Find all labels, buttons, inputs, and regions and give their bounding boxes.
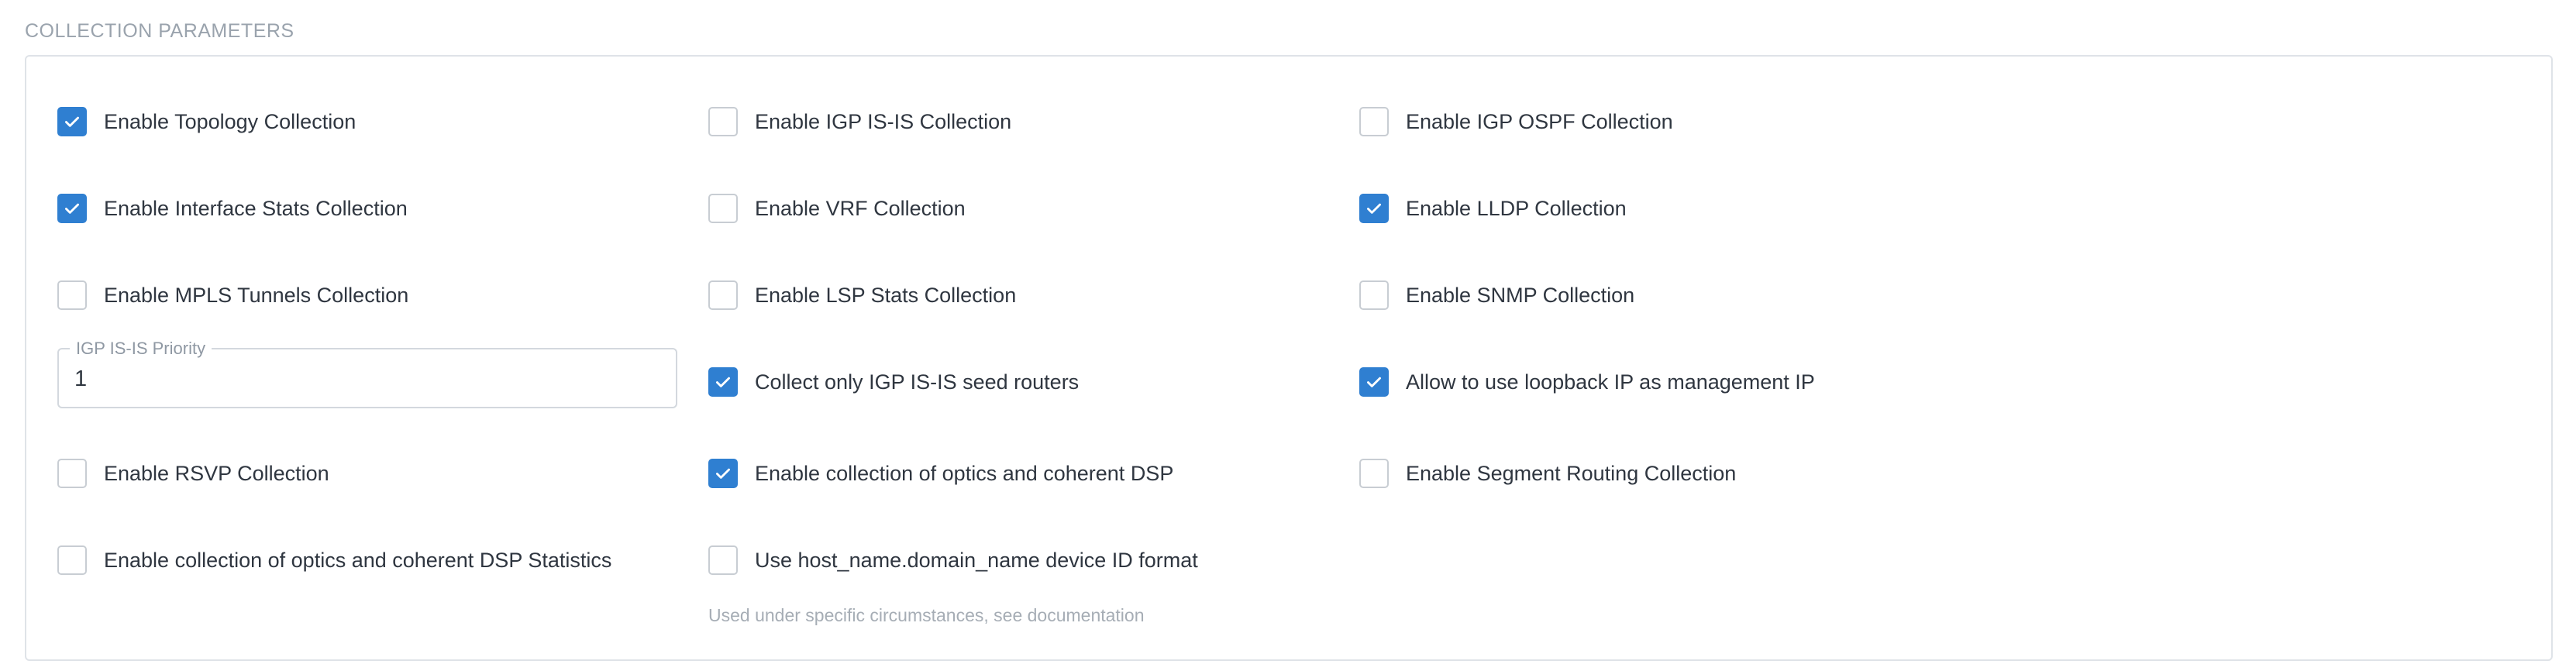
loopback-mgmt-label[interactable]: Allow to use loopback IP as management I… [1406, 370, 1815, 394]
rsvp-label[interactable]: Enable RSVP Collection [104, 462, 329, 486]
loopback-mgmt-checkbox[interactable] [1359, 367, 1389, 397]
option-rsvp[interactable]: Enable RSVP Collection [57, 456, 329, 490]
option-optics-dsp-stats[interactable]: Enable collection of optics and coherent… [57, 543, 611, 577]
lldp-label[interactable]: Enable LLDP Collection [1406, 197, 1627, 221]
option-lldp[interactable]: Enable LLDP Collection [1359, 191, 1627, 225]
snmp-label[interactable]: Enable SNMP Collection [1406, 284, 1634, 308]
options-row-2: Enable Interface Stats Collection Enable… [26, 191, 2551, 225]
check-icon [65, 203, 79, 214]
options-row-1: Enable Topology Collection Enable IGP IS… [26, 105, 2551, 139]
hostname-format-helper-text: Used under specific circumstances, see d… [708, 605, 1145, 625]
mpls-tunnels-label[interactable]: Enable MPLS Tunnels Collection [104, 284, 408, 308]
seed-routers-checkbox[interactable] [708, 367, 738, 397]
igp-isis-priority-label: IGP IS-IS Priority [70, 339, 212, 359]
vrf-label[interactable]: Enable VRF Collection [755, 197, 966, 221]
rsvp-checkbox[interactable] [57, 459, 87, 488]
options-row-3: Enable MPLS Tunnels Collection Enable LS… [26, 278, 2551, 312]
option-optics-dsp[interactable]: Enable collection of optics and coherent… [708, 456, 1173, 490]
check-icon [1367, 203, 1381, 214]
snmp-checkbox[interactable] [1359, 280, 1389, 310]
igp-isis-checkbox[interactable] [708, 107, 738, 136]
segment-routing-checkbox[interactable] [1359, 459, 1389, 488]
interface-stats-checkbox[interactable] [57, 194, 87, 223]
check-icon [716, 468, 730, 479]
options-row-6: Enable collection of optics and coherent… [26, 543, 2551, 577]
option-mpls-tunnels[interactable]: Enable MPLS Tunnels Collection [57, 278, 408, 312]
collection-parameters-panel: Enable Topology Collection Enable IGP IS… [25, 55, 2553, 661]
lsp-stats-label[interactable]: Enable LSP Stats Collection [755, 284, 1016, 308]
option-vrf[interactable]: Enable VRF Collection [708, 191, 966, 225]
option-loopback-mgmt[interactable]: Allow to use loopback IP as management I… [1359, 365, 1815, 399]
option-igp-isis[interactable]: Enable IGP IS-IS Collection [708, 105, 1011, 139]
options-row-5: Enable RSVP Collection Enable collection… [26, 456, 2551, 490]
topology-checkbox[interactable] [57, 107, 87, 136]
optics-dsp-checkbox[interactable] [708, 459, 738, 488]
section-title: COLLECTION PARAMETERS [25, 20, 294, 42]
optics-dsp-stats-label[interactable]: Enable collection of optics and coherent… [104, 549, 611, 573]
seed-routers-label[interactable]: Collect only IGP IS-IS seed routers [755, 370, 1079, 394]
hostname-format-label[interactable]: Use host_name.domain_name device ID form… [755, 549, 1198, 573]
option-interface-stats[interactable]: Enable Interface Stats Collection [57, 191, 408, 225]
igp-ospf-checkbox[interactable] [1359, 107, 1389, 136]
option-igp-ospf[interactable]: Enable IGP OSPF Collection [1359, 105, 1673, 139]
igp-ospf-label[interactable]: Enable IGP OSPF Collection [1406, 110, 1673, 134]
segment-routing-label[interactable]: Enable Segment Routing Collection [1406, 462, 1736, 486]
optics-dsp-stats-checkbox[interactable] [57, 545, 87, 575]
option-topology[interactable]: Enable Topology Collection [57, 105, 356, 139]
option-lsp-stats[interactable]: Enable LSP Stats Collection [708, 278, 1016, 312]
igp-isis-label[interactable]: Enable IGP IS-IS Collection [755, 110, 1011, 134]
interface-stats-label[interactable]: Enable Interface Stats Collection [104, 197, 408, 221]
option-seed-routers[interactable]: Collect only IGP IS-IS seed routers [708, 365, 1079, 399]
check-icon [1367, 377, 1381, 387]
lsp-stats-checkbox[interactable] [708, 280, 738, 310]
optics-dsp-label[interactable]: Enable collection of optics and coherent… [755, 462, 1173, 486]
option-snmp[interactable]: Enable SNMP Collection [1359, 278, 1634, 312]
options-row-4: Collect only IGP IS-IS seed routers Allo… [26, 365, 2551, 399]
check-icon [65, 116, 79, 127]
topology-label[interactable]: Enable Topology Collection [104, 110, 356, 134]
mpls-tunnels-checkbox[interactable] [57, 280, 87, 310]
hostname-format-checkbox[interactable] [708, 545, 738, 575]
option-segment-routing[interactable]: Enable Segment Routing Collection [1359, 456, 1736, 490]
option-hostname-format[interactable]: Use host_name.domain_name device ID form… [708, 543, 1198, 577]
vrf-checkbox[interactable] [708, 194, 738, 223]
check-icon [716, 377, 730, 387]
lldp-checkbox[interactable] [1359, 194, 1389, 223]
